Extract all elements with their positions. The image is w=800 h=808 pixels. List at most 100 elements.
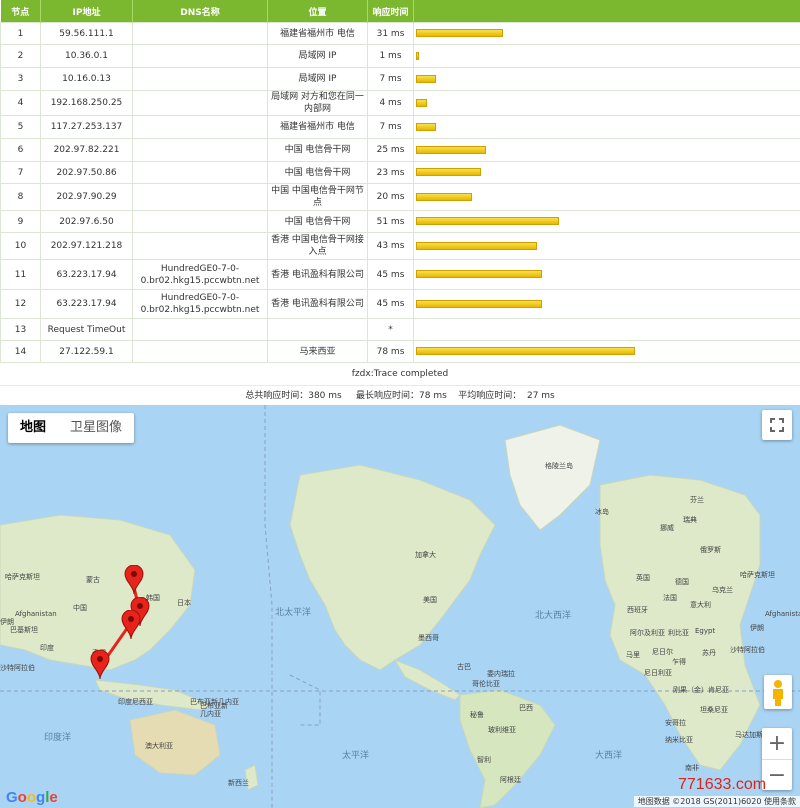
- table-row: 10 202.97.121.218 香港 中国电信骨干网接入点 43 ms: [0, 232, 800, 260]
- cell-n: 9: [0, 210, 41, 233]
- cell-n: 6: [0, 138, 41, 162]
- cell-loc: 中国 中国电信骨干网节点: [267, 183, 368, 211]
- cell-dns: [132, 232, 268, 260]
- header-response-time: 响应时间: [367, 0, 414, 23]
- country-label: 苏丹: [702, 649, 716, 657]
- cell-n: 1: [0, 22, 41, 45]
- zoom-in-button[interactable]: +: [762, 728, 792, 760]
- country-label: 巴基斯坦: [10, 626, 38, 634]
- cell-t: 25 ms: [367, 138, 414, 162]
- country-label: 印度: [40, 644, 54, 652]
- cell-n: 2: [0, 44, 41, 68]
- country-label: 纳米比亚: [665, 736, 693, 744]
- zoom-out-button[interactable]: −: [762, 760, 792, 791]
- cell-loc: [267, 318, 368, 341]
- route-marker-icon[interactable]: [121, 610, 141, 640]
- cell-bar: [413, 318, 800, 341]
- cell-dns: [132, 340, 268, 363]
- table-row: 7 202.97.50.86 中国 电信骨干网 23 ms: [0, 161, 800, 184]
- response-bar: [416, 217, 559, 225]
- country-label: 坦桑尼亚: [700, 706, 728, 714]
- cell-ip: 202.97.90.29: [40, 183, 133, 211]
- cell-loc: 香港 电讯盈科有限公司: [267, 259, 368, 290]
- cell-bar: [413, 22, 800, 45]
- country-label: 英国: [636, 574, 650, 582]
- cell-n: 14: [0, 340, 41, 363]
- watermark: 771633.com: [678, 776, 767, 793]
- response-bar: [416, 168, 481, 176]
- map-type-roadmap-button[interactable]: 地图: [8, 413, 58, 443]
- trace-table: 节点 IP地址 DNS名称 位置 响应时间 1 59.56.111.1 福建省福州市…: [0, 0, 800, 363]
- country-label: 古巴: [457, 663, 471, 671]
- cell-ip: 10.16.0.13: [40, 67, 133, 91]
- map-type-control: 地图 卫星图像: [8, 413, 135, 443]
- table-header-row: 节点 IP地址 DNS名称 位置 响应时间: [0, 0, 800, 23]
- cell-bar: [413, 67, 800, 91]
- cell-loc: 福建省福州市 电信: [267, 22, 368, 45]
- country-label: 哥伦比亚: [472, 680, 500, 688]
- country-label: 智利: [477, 756, 491, 764]
- country-label: 安哥拉: [665, 719, 686, 727]
- cell-ip: 63.223.17.94: [40, 259, 133, 290]
- route-marker-icon[interactable]: [90, 650, 110, 680]
- header-bar: [413, 0, 800, 23]
- response-bar: [416, 74, 436, 83]
- table-row: 5 117.27.253.137 福建省福州市 电信 7 ms: [0, 115, 800, 139]
- country-label: 澳大利亚: [145, 742, 173, 750]
- country-label: 蒙古: [86, 576, 100, 584]
- header-ip: IP地址: [40, 0, 133, 23]
- cell-t: 78 ms: [367, 340, 414, 363]
- cell-dns: [132, 67, 268, 91]
- ocean-label: 大西洋: [595, 751, 623, 761]
- country-label: Afghanistan: [765, 610, 800, 618]
- route-marker-icon[interactable]: [124, 565, 144, 595]
- country-label: 巴西: [519, 704, 533, 712]
- trace-summary: 总共响应时间：380 ms 最长响应时间：78 ms 平均响应时间： 27 ms: [245, 391, 555, 401]
- cell-ip: 63.223.17.94: [40, 289, 133, 319]
- country-label: 几内亚: [200, 710, 221, 718]
- ocean-label: 北大西洋: [535, 611, 572, 621]
- cell-dns: [132, 44, 268, 68]
- cell-ip: 117.27.253.137: [40, 115, 133, 139]
- cell-ip: 202.97.82.221: [40, 138, 133, 162]
- street-view-button[interactable]: [764, 675, 792, 709]
- table-row: 8 202.97.90.29 中国 中国电信骨干网节点 20 ms: [0, 183, 800, 211]
- response-bar: [416, 192, 472, 201]
- cell-ip: 27.122.59.1: [40, 340, 133, 363]
- country-label: 委内瑞拉: [487, 670, 515, 678]
- route-map[interactable]: 北太平洋 北大西洋 印度洋 太平洋 大西洋 格陵兰岛 冰岛 加拿大 美国 墨西哥…: [0, 405, 800, 808]
- cell-loc: 局域网 对方和您在同一内部网: [267, 90, 368, 116]
- cell-t: 45 ms: [367, 289, 414, 319]
- table-row: 1 59.56.111.1 福建省福州市 电信 31 ms: [0, 22, 800, 45]
- country-label: 尼日尔: [652, 648, 673, 656]
- cell-dns: HundredGE0-7-0-0.br02.hkg15.pccwbtn.net: [132, 259, 268, 290]
- map-attribution[interactable]: 地图数据 ©2018 GS(2011)6020 使用条款: [633, 796, 800, 807]
- country-label: 墨西哥: [418, 634, 439, 642]
- country-label: 刚果（金）: [673, 686, 708, 694]
- country-label: 意大利: [690, 601, 711, 609]
- cell-loc: 中国 电信骨干网: [267, 138, 368, 162]
- cell-loc: 福建省福州市 电信: [267, 115, 368, 139]
- cell-loc: 局域网 IP: [267, 44, 368, 68]
- ocean-label: 太平洋: [342, 751, 370, 761]
- google-logo: Google: [6, 789, 58, 806]
- cell-n: 5: [0, 115, 41, 139]
- country-label: 南非: [685, 764, 699, 772]
- cell-ip: 59.56.111.1: [40, 22, 133, 45]
- ocean-label: 北太平洋: [275, 608, 312, 618]
- fullscreen-button[interactable]: [762, 410, 792, 440]
- cell-ip: 192.168.250.25: [40, 90, 133, 116]
- cell-bar: [413, 232, 800, 260]
- cell-dns: [132, 22, 268, 45]
- country-label: 阿尔及利亚: [630, 629, 665, 637]
- cell-bar: [413, 340, 800, 363]
- cell-dns: [132, 318, 268, 341]
- cell-n: 4: [0, 90, 41, 116]
- table-row: 11 63.223.17.94 HundredGE0-7-0-0.br02.hkg1…: [0, 259, 800, 290]
- response-bar: [416, 299, 542, 308]
- cell-dns: HundredGE0-7-0-0.br02.hkg15.pccwbtn.net: [132, 289, 268, 319]
- map-type-satellite-button[interactable]: 卫星图像: [58, 413, 134, 443]
- country-label: 印度尼西亚: [118, 698, 153, 706]
- cell-bar: [413, 289, 800, 319]
- country-label: 玻利维亚: [488, 726, 516, 734]
